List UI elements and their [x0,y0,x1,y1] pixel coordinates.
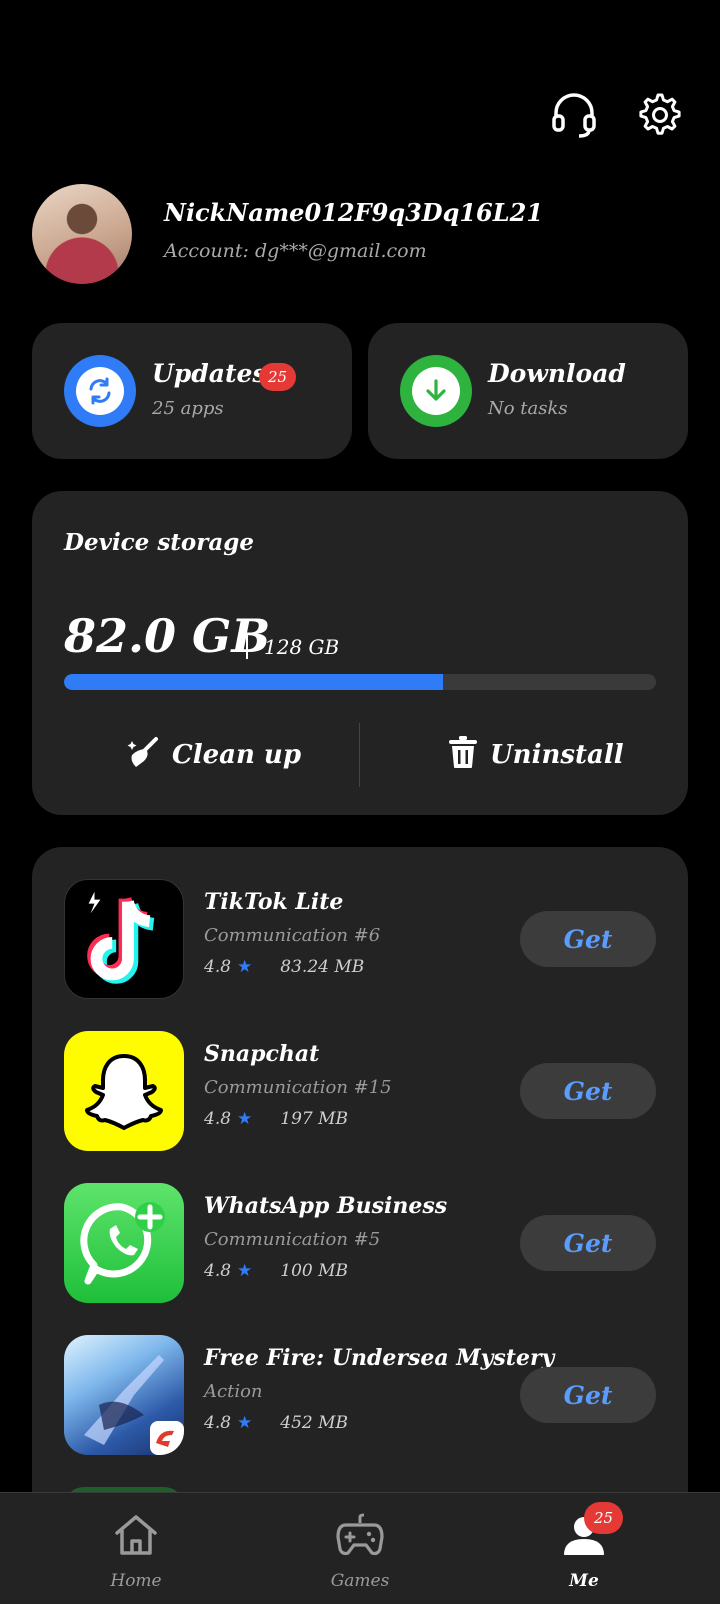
storage-title: Device storage [64,529,254,556]
gamepad-icon [336,1511,384,1559]
app-rating: 4.8 [204,1261,232,1281]
app-rating: 4.8 [204,1413,232,1433]
snapchat-ghost-icon [64,1031,184,1151]
storage-separator [246,635,248,659]
app-category: Communication #15 [204,1077,392,1098]
star-icon: ★ [237,1109,253,1129]
download-card[interactable]: Download No tasks [368,323,688,459]
storage-used: 82.0 GB [64,609,271,663]
app-size: 83.24 MB [280,957,365,977]
nav-games[interactable]: Games [300,1493,420,1604]
nav-me[interactable]: Me 25 [524,1493,644,1604]
app-size: 197 MB [280,1109,349,1129]
app-meta: 4.8 ★ 197 MB [204,1109,348,1129]
list-item[interactable]: Snapchat Communication #15 4.8 ★ 197 MB Ge… [64,1031,656,1151]
headset-icon[interactable] [549,90,599,140]
app-name: WhatsApp Business [204,1193,448,1219]
broom-icon [126,735,160,776]
get-button[interactable]: Get [520,1215,656,1271]
avatar[interactable] [32,184,132,284]
storage-progress-fill [64,674,443,690]
app-rating: 4.8 [204,957,232,977]
storage-card: Device storage 82.0 GB 128 GB Clean up U… [32,491,688,815]
get-button[interactable]: Get [520,1367,656,1423]
nav-me-badge: 25 [584,1502,624,1534]
download-arrow-icon [400,355,472,427]
home-icon [112,1511,160,1559]
app-category: Communication #5 [204,1229,381,1250]
tiktok-icon [64,879,184,999]
app-category: Communication #6 [204,925,381,946]
updates-badge: 25 [259,363,297,391]
clean-up-label: Clean up [172,740,301,770]
download-title: Download [488,359,626,388]
star-icon: ★ [237,957,253,977]
free-fire-icon [64,1335,184,1455]
bottom-nav: Home Games Me 25 [0,1492,720,1604]
app-meta: 4.8 ★ 83.24 MB [204,957,364,977]
list-item[interactable]: TikTok Lite Communication #6 4.8 ★ 83.24 M… [64,879,656,999]
updates-title: Updates [152,359,267,388]
storage-total: 128 GB [264,635,340,659]
nav-home[interactable]: Home [76,1493,196,1604]
nav-games-label: Games [330,1571,390,1591]
list-item[interactable]: WhatsApp Business Communication #5 4.8 ★ 1… [64,1183,656,1303]
app-meta: 4.8 ★ 100 MB [204,1261,348,1281]
app-rating: 4.8 [204,1109,232,1129]
updates-subtitle: 25 apps [152,398,224,419]
app-category: Action [204,1381,263,1402]
clean-up-button[interactable]: Clean up [126,731,301,779]
nav-me-label: Me [569,1571,599,1591]
download-subtitle: No tasks [488,398,568,419]
storage-progress-bar [64,674,656,690]
app-name: Snapchat [204,1041,320,1067]
app-name: Free Fire: Undersea Mystery [204,1345,555,1371]
get-button[interactable]: Get [520,911,656,967]
app-size: 100 MB [280,1261,349,1281]
nav-home-label: Home [110,1571,162,1591]
list-item[interactable]: Free Fire: Undersea Mystery Action 4.8 ★ 4… [64,1335,656,1455]
app-meta: 4.8 ★ 452 MB [204,1413,348,1433]
app-name: TikTok Lite [204,889,344,915]
whatsapp-icon [64,1183,184,1303]
app-list-card: TikTok Lite Communication #6 4.8 ★ 83.24 M… [32,847,688,1547]
profile-account: Account: dg***@gmail.com [164,240,427,262]
get-button[interactable]: Get [520,1063,656,1119]
gear-icon[interactable] [633,90,683,140]
uninstall-button[interactable]: Uninstall [448,731,624,779]
app-size: 452 MB [280,1413,349,1433]
star-icon: ★ [237,1413,253,1433]
storage-actions-divider [359,723,360,787]
updates-card[interactable]: Updates 25 25 apps [32,323,352,459]
profile-nickname[interactable]: NickName012F9q3Dq16L21 [164,198,543,227]
trash-icon [448,735,478,776]
uninstall-label: Uninstall [490,740,624,770]
star-icon: ★ [237,1261,253,1281]
refresh-icon [64,355,136,427]
